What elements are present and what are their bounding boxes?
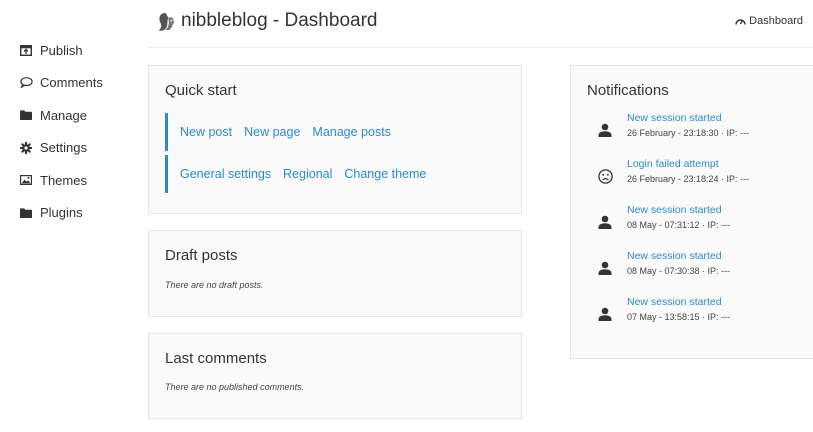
sidebar-item-themes[interactable]: Themes xyxy=(20,164,140,197)
sidebar-item-publish[interactable]: Publish xyxy=(20,34,140,67)
notification-title[interactable]: Login failed attempt xyxy=(627,158,719,170)
regional-link[interactable]: Regional xyxy=(283,167,332,181)
sidebar-item-label: Plugins xyxy=(40,205,83,221)
sidebar-item-label: Publish xyxy=(40,42,83,58)
notification-item: New session started 26 February - 23:18:… xyxy=(587,112,807,152)
notification-date: 08 May - 07:31:12 · IP: --- xyxy=(627,220,731,230)
general-settings-link[interactable]: General settings xyxy=(180,167,271,181)
quick-start-panel: Quick start New post New page Manage pos… xyxy=(148,65,522,214)
page-title: nibbleblog - Dashboard xyxy=(181,10,378,31)
notification-date: 07 May - 13:58:15 · IP: --- xyxy=(627,312,731,322)
user-icon xyxy=(595,120,615,140)
notification-item: Login failed attempt 26 February - 23:18… xyxy=(587,158,807,198)
quick-start-title: Quick start xyxy=(165,82,237,99)
draft-posts-empty-text: There are no draft posts. xyxy=(165,280,264,290)
sidebar-item-label: Settings xyxy=(40,140,87,156)
notification-title[interactable]: New session started xyxy=(627,296,722,308)
publish-icon xyxy=(20,44,40,56)
sidebar-item-settings[interactable]: Settings xyxy=(20,132,140,165)
notification-title[interactable]: New session started xyxy=(627,112,722,124)
gauge-icon xyxy=(735,19,746,25)
comment-icon xyxy=(20,77,40,89)
squirrel-logo-icon xyxy=(156,10,176,32)
last-comments-title: Last comments xyxy=(165,350,267,367)
new-post-link[interactable]: New post xyxy=(180,125,232,139)
sad-face-icon xyxy=(595,166,615,186)
image-icon xyxy=(20,175,40,186)
notification-date: 26 February - 23:18:24 · IP: --- xyxy=(627,174,750,184)
user-icon xyxy=(595,258,615,278)
user-icon xyxy=(595,304,615,324)
dashboard-link[interactable]: Dashboard xyxy=(735,15,803,27)
folder-icon xyxy=(20,110,40,121)
notifications-panel: Notifications New session started 26 Feb… xyxy=(570,65,813,359)
notification-date: 26 February - 23:18:30 · IP: --- xyxy=(627,128,750,138)
notification-item: New session started 08 May - 07:30:38 · … xyxy=(587,250,807,290)
sidebar-item-comments[interactable]: Comments xyxy=(20,67,140,100)
notification-date: 08 May - 07:30:38 · IP: --- xyxy=(627,266,731,276)
notification-item: New session started 07 May - 13:58:15 · … xyxy=(587,296,807,336)
sidebar-item-label: Themes xyxy=(40,172,87,188)
notification-item: New session started 08 May - 07:31:12 · … xyxy=(587,204,807,244)
notifications-title: Notifications xyxy=(587,82,669,99)
sidebar: Publish Comments Manage Settings Themes … xyxy=(20,34,140,229)
change-theme-link[interactable]: Change theme xyxy=(344,167,426,181)
last-comments-panel: Last comments There are no published com… xyxy=(148,333,522,419)
sidebar-item-manage[interactable]: Manage xyxy=(20,99,140,132)
last-comments-empty-text: There are no published comments. xyxy=(165,382,305,392)
draft-posts-panel: Draft posts There are no draft posts. xyxy=(148,230,522,317)
dashboard-link-label: Dashboard xyxy=(749,15,803,27)
sidebar-item-label: Manage xyxy=(40,107,87,123)
gear-icon xyxy=(20,141,40,154)
notification-title[interactable]: New session started xyxy=(627,204,722,216)
folder-icon xyxy=(20,208,40,218)
draft-posts-title: Draft posts xyxy=(165,247,238,264)
quick-start-row: New post New page Manage posts xyxy=(165,113,403,151)
sidebar-item-plugins[interactable]: Plugins xyxy=(20,197,140,230)
new-page-link[interactable]: New page xyxy=(244,125,300,139)
user-icon xyxy=(595,212,615,232)
header: nibbleblog - Dashboard Dashboard xyxy=(148,0,813,48)
notification-title[interactable]: New session started xyxy=(627,250,722,262)
brand: nibbleblog - Dashboard xyxy=(156,10,377,32)
sidebar-item-label: Comments xyxy=(40,75,103,91)
quick-start-row: General settings Regional Change theme xyxy=(165,155,438,193)
manage-posts-link[interactable]: Manage posts xyxy=(312,125,391,139)
